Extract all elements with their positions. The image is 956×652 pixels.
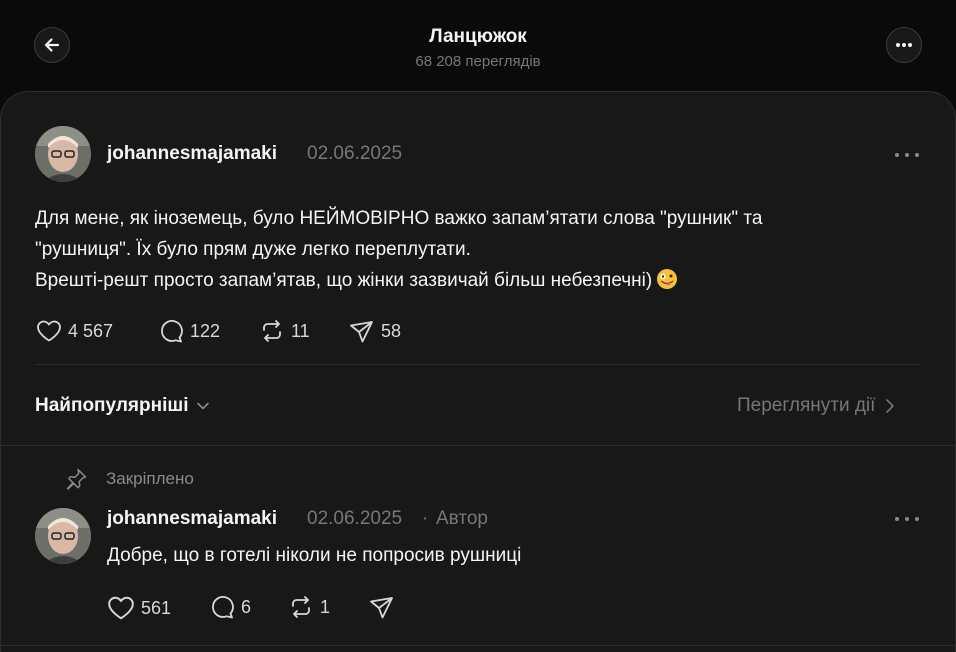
sort-label: Найпопулярніші	[35, 395, 189, 416]
chevron-right-icon	[886, 399, 895, 413]
author-badge: Автор	[436, 508, 488, 529]
reply-share-button[interactable]	[369, 595, 395, 619]
repost-button[interactable]: 11	[259, 319, 310, 343]
repost-icon	[263, 320, 281, 342]
reply-comment-button[interactable]: 6	[209, 595, 251, 619]
pin-icon	[66, 468, 87, 490]
like-button[interactable]: 4 567	[36, 319, 113, 343]
comment-icon	[161, 320, 183, 343]
page-title: Ланцюжок	[429, 26, 527, 47]
reply-repost-count: 1	[320, 596, 331, 617]
send-icon	[350, 321, 373, 343]
reply-repost-button[interactable]: 1	[288, 595, 330, 619]
reply-text: Добре, що в готелі ніколи не попросив ру…	[107, 545, 522, 566]
section-divider	[0, 645, 956, 646]
sort-dropdown[interactable]: Найпопулярніші	[35, 395, 210, 417]
post-text-line: Для мене, як іноземець, було НЕЙМОВІРНО …	[35, 208, 763, 229]
post-more-button[interactable]	[895, 149, 919, 161]
zany-face-emoji-icon	[657, 269, 678, 289]
pinned-indicator: Закріплено	[64, 467, 194, 491]
pinned-label: Закріплено	[106, 469, 194, 488]
thread-panel	[0, 91, 956, 652]
reply-date: 02.06.2025	[307, 508, 403, 529]
avatar[interactable]	[35, 126, 91, 182]
section-divider	[0, 445, 956, 446]
post-text-line: Врешті-решт просто запам’ятав, що жінки …	[35, 265, 915, 296]
comment-icon	[212, 596, 234, 619]
view-activity-link[interactable]: Переглянути дії	[737, 395, 895, 417]
reply-like-button[interactable]: 561	[107, 595, 171, 621]
comment-button[interactable]: 122	[158, 319, 220, 343]
top-bar: Ланцюжок 68 208 переглядів	[0, 0, 956, 92]
more-icon	[896, 43, 912, 47]
send-icon	[370, 597, 393, 619]
chevron-down-icon	[197, 402, 210, 410]
more-options-button[interactable]	[886, 27, 922, 63]
post-date: 02.06.2025	[307, 143, 403, 164]
post-text-line: "рушниця". Їх було прям дуже легко переп…	[35, 239, 471, 260]
heart-icon	[108, 596, 134, 620]
separator-dot: ·	[422, 508, 429, 529]
post-text: Для мене, як іноземець, було НЕЙМОВІРНО …	[35, 203, 915, 296]
reply-avatar[interactable]	[35, 508, 91, 564]
like-count: 4 567	[68, 320, 114, 341]
reply-username[interactable]: johannesmajamaki	[107, 508, 277, 530]
repost-count: 11	[291, 320, 310, 341]
heart-icon	[37, 320, 61, 342]
repost-icon	[292, 596, 310, 618]
comment-count: 122	[190, 320, 221, 341]
view-activity-label: Переглянути дії	[737, 395, 876, 416]
reply-more-button[interactable]	[895, 513, 919, 525]
post-username[interactable]: johannesmajamaki	[107, 143, 277, 165]
share-button[interactable]: 58	[349, 319, 401, 343]
share-count: 58	[381, 320, 402, 341]
view-count: 68 208 переглядів	[415, 53, 541, 70]
reply-comment-count: 6	[241, 596, 252, 617]
reply-like-count: 561	[141, 597, 172, 618]
divider	[35, 364, 921, 365]
